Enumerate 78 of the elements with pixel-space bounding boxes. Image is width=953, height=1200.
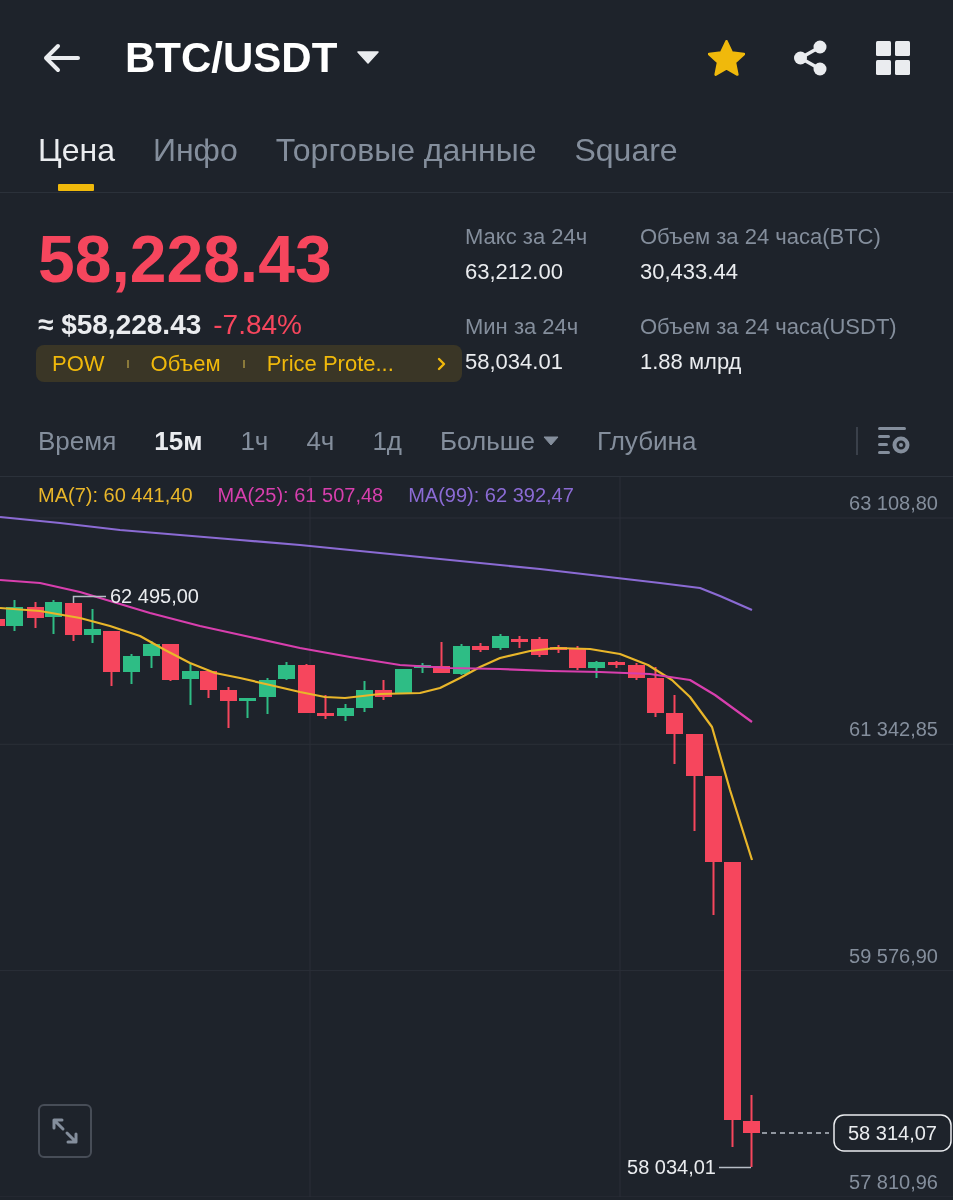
price-line	[761, 1132, 830, 1134]
candle	[337, 703, 354, 722]
low-price-label: 58 034,01	[627, 1156, 716, 1178]
leader-line	[72, 595, 107, 604]
settings-icon[interactable]	[878, 426, 910, 456]
tag-item[interactable]: Объем	[150, 349, 221, 378]
stat-value: 30,433.44	[640, 258, 739, 286]
candle	[433, 641, 450, 674]
stat-label: Макс за 24ч	[465, 223, 589, 251]
interval-tab[interactable]: 1ч	[240, 425, 269, 457]
candle	[511, 635, 528, 649]
candle	[103, 630, 120, 687]
caret-icon	[357, 51, 380, 64]
tab[interactable]: Цена	[38, 115, 115, 192]
candle	[356, 680, 373, 713]
candle	[647, 666, 664, 718]
price-axis-label: 63 108,80	[849, 492, 938, 514]
tab[interactable]: Square	[574, 115, 678, 192]
left-arrow-icon[interactable]	[42, 42, 80, 73]
stat-value: 63,212.00	[465, 258, 564, 286]
candle	[608, 660, 625, 669]
expand-icon	[51, 1117, 79, 1145]
high-price-label: 62 495,00	[110, 585, 199, 607]
chevron-icon[interactable]	[437, 356, 446, 371]
price-axis-label: 59 576,90	[849, 944, 938, 967]
leader-line	[718, 1166, 752, 1169]
ma-legend: MA(25): 61 507,48	[217, 483, 384, 507]
price-axis-label: 61 342,85	[849, 718, 938, 741]
candle	[414, 662, 431, 674]
interval-tab[interactable]: Глубина	[597, 425, 697, 457]
candle	[588, 660, 605, 679]
candle	[143, 640, 160, 669]
candle	[123, 653, 140, 685]
ma-legend: MA(7): 60 441,40	[38, 483, 193, 507]
candle	[278, 661, 295, 681]
candle	[550, 644, 567, 654]
candle	[317, 694, 334, 720]
interval-tab[interactable]: Больше	[440, 425, 560, 457]
stat-value: 58,034.01	[465, 348, 564, 376]
interval-tab[interactable]: Время	[38, 425, 117, 457]
share-icon[interactable]	[793, 39, 828, 76]
grid-icon[interactable]	[876, 40, 910, 75]
stat-label: Объем за 24 часа(BTC)	[640, 223, 882, 251]
price-axis-label: 57 810,96	[849, 1170, 938, 1193]
candle	[65, 602, 82, 642]
candle	[666, 694, 683, 765]
expand-button[interactable]	[38, 1104, 92, 1158]
interval-tab[interactable]: 1д	[372, 425, 403, 457]
candle	[45, 599, 62, 635]
candle	[453, 643, 470, 676]
last-price: 58,228.43	[38, 221, 333, 297]
fiat-price: ≈ $58,228.43	[38, 309, 202, 341]
tab[interactable]: Инфо	[152, 115, 238, 192]
interval-tab[interactable]: 15м	[154, 425, 203, 457]
tag-item[interactable]: POW	[52, 349, 105, 378]
candle	[239, 697, 256, 719]
interval-tab[interactable]: 4ч	[306, 425, 335, 457]
candle	[220, 686, 237, 729]
candle	[472, 642, 489, 653]
tab[interactable]: Торговые данные	[275, 115, 537, 192]
stat-value: 1.88 млрд	[640, 348, 743, 376]
stat-label: Мин за 24ч	[465, 313, 580, 341]
candle	[375, 679, 392, 701]
candle	[395, 668, 412, 695]
candle	[162, 643, 179, 682]
current-price-label: 58 314,07	[833, 1114, 952, 1152]
pair-selector[interactable]: BTC/USDT	[125, 32, 380, 83]
candle	[84, 608, 101, 644]
ma-legend: MA(99): 62 392,47	[408, 483, 574, 507]
star-icon[interactable]	[708, 39, 745, 76]
candle	[298, 663, 315, 714]
price-change: -7.84%	[213, 309, 302, 341]
tag-item[interactable]: Price Prote...	[266, 349, 394, 378]
stat-label: Объем за 24 часа(USDT)	[640, 313, 897, 341]
candle	[492, 633, 509, 651]
candle	[27, 601, 44, 629]
candle	[259, 677, 276, 715]
caret-icon	[543, 436, 560, 446]
